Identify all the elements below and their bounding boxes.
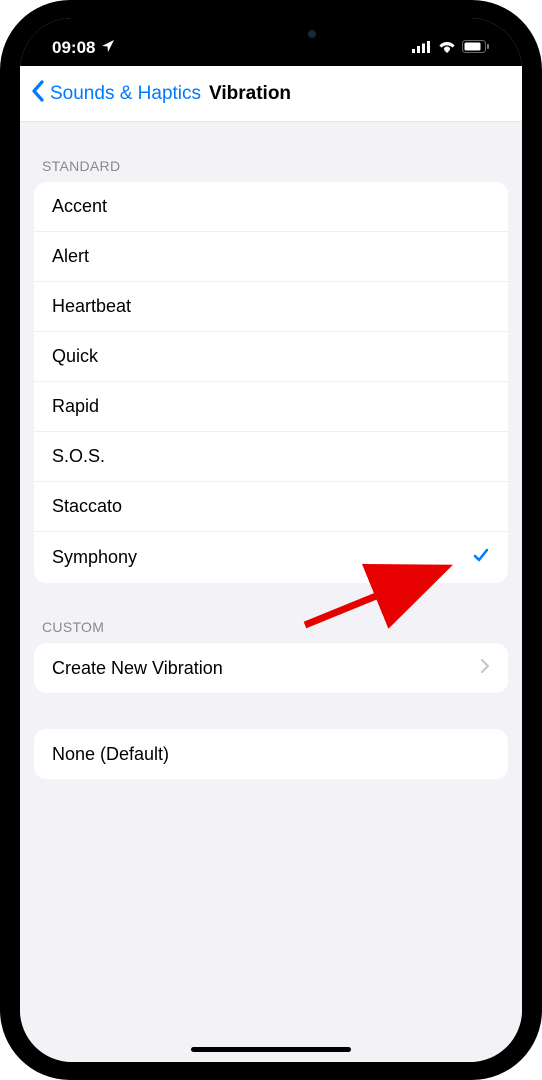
list-item-label: S.O.S. [52, 446, 105, 467]
list-item-label: Staccato [52, 496, 122, 517]
section-header-custom: CUSTOM [20, 583, 522, 643]
nav-bar: Sounds & Haptics Vibration [20, 66, 522, 122]
battery-icon [462, 38, 490, 58]
status-left: 09:08 [52, 38, 115, 58]
vibration-option-accent[interactable]: Accent [34, 182, 508, 232]
create-new-vibration[interactable]: Create New Vibration [34, 643, 508, 693]
vibration-option-alert[interactable]: Alert [34, 232, 508, 282]
phone-frame: 09:08 [0, 0, 542, 1080]
screen: 09:08 [20, 18, 522, 1062]
list-item-label: Alert [52, 246, 89, 267]
cellular-icon [412, 38, 432, 58]
back-button[interactable]: Sounds & Haptics [30, 79, 201, 109]
vibration-option-rapid[interactable]: Rapid [34, 382, 508, 432]
list-item-label: Rapid [52, 396, 99, 417]
vibration-option-heartbeat[interactable]: Heartbeat [34, 282, 508, 332]
list-group-standard: Accent Alert Heartbeat Quick Rapid S.O.S… [34, 182, 508, 583]
home-indicator[interactable] [191, 1047, 351, 1052]
vibration-option-symphony[interactable]: Symphony [34, 532, 508, 583]
page-title: Vibration [209, 83, 291, 105]
status-right [412, 38, 490, 58]
list-item-label: Accent [52, 196, 107, 217]
vibration-option-quick[interactable]: Quick [34, 332, 508, 382]
vibration-option-sos[interactable]: S.O.S. [34, 432, 508, 482]
checkmark-icon [472, 546, 490, 569]
chevron-left-icon [30, 79, 46, 109]
status-time: 09:08 [52, 38, 95, 58]
wifi-icon [438, 38, 456, 58]
list-item-label: Create New Vibration [52, 658, 223, 679]
camera-dot [308, 30, 316, 38]
list-item-label: Quick [52, 346, 98, 367]
chevron-right-icon [480, 658, 490, 679]
list-group-custom: Create New Vibration [34, 643, 508, 693]
vibration-option-none[interactable]: None (Default) [34, 729, 508, 779]
notch [156, 18, 386, 50]
list-group-none: None (Default) [34, 729, 508, 779]
section-header-standard: STANDARD [20, 122, 522, 182]
location-icon [101, 38, 115, 58]
list-item-label: Heartbeat [52, 296, 131, 317]
back-label: Sounds & Haptics [50, 83, 201, 105]
vibration-option-staccato[interactable]: Staccato [34, 482, 508, 532]
list-item-label: None (Default) [52, 744, 169, 765]
list-item-label: Symphony [52, 547, 137, 568]
content: STANDARD Accent Alert Heartbeat Quick Ra… [20, 122, 522, 1062]
